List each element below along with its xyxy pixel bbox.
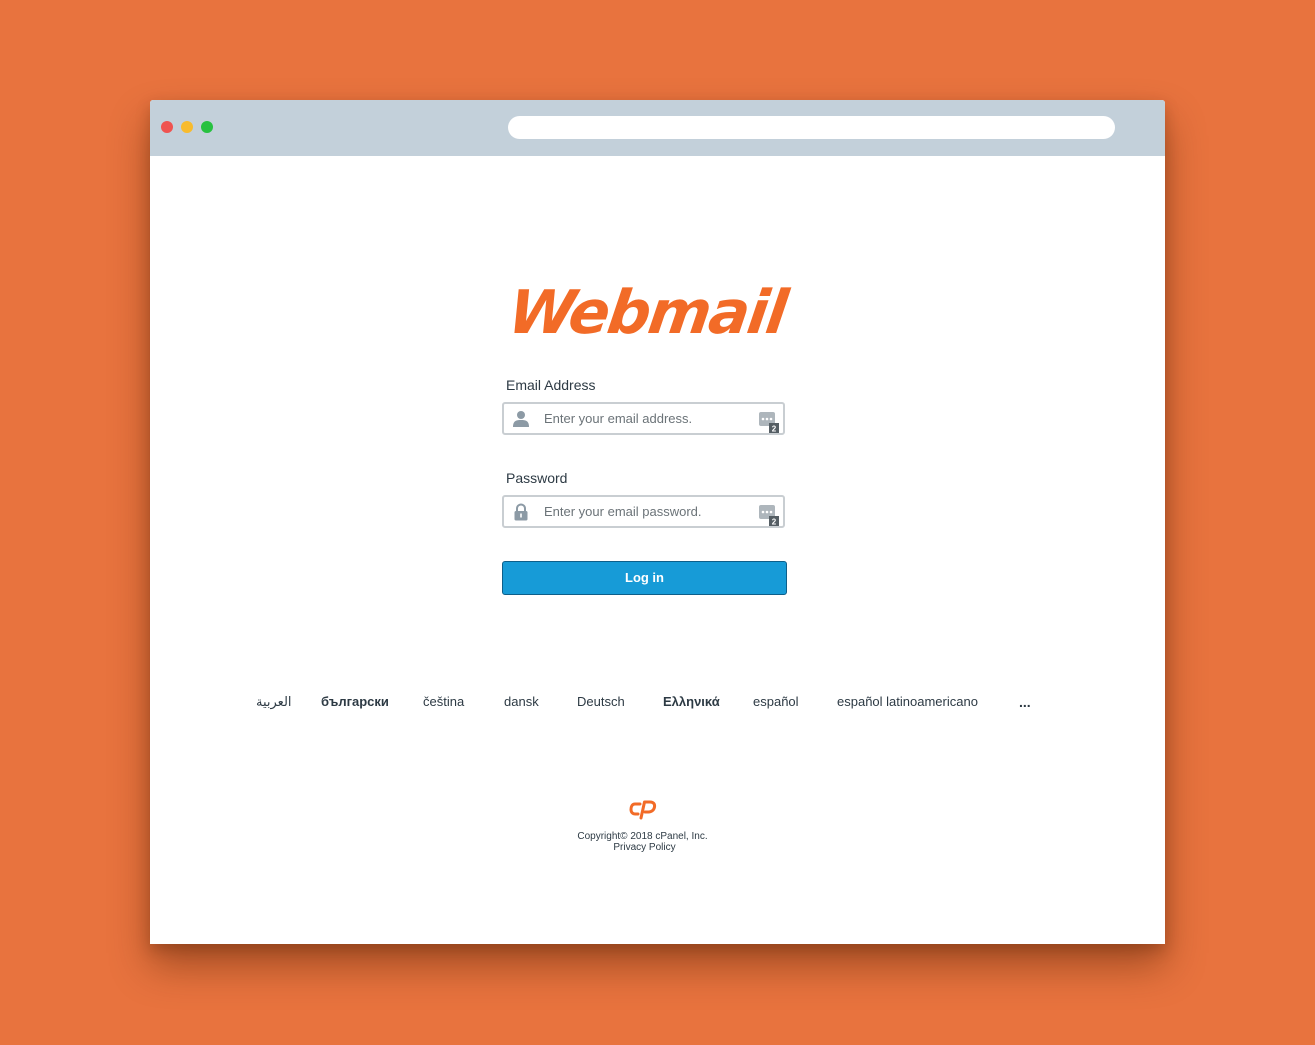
password-field-wrapper[interactable]: 2 xyxy=(502,495,785,528)
webmail-logo: Webmail xyxy=(504,278,791,348)
address-bar[interactable] xyxy=(508,116,1115,139)
user-icon xyxy=(512,410,530,428)
password-manager-icon[interactable]: 2 xyxy=(758,411,780,434)
email-field-wrapper[interactable]: 2 xyxy=(502,402,785,435)
more-languages-button[interactable]: ... xyxy=(1019,693,1031,711)
language-option[interactable]: español latinoamericano xyxy=(837,693,978,711)
login-button[interactable]: Log in xyxy=(502,561,787,595)
email-label: Email Address xyxy=(506,377,596,393)
window-close-button[interactable] xyxy=(161,121,173,133)
svg-text:2: 2 xyxy=(772,518,777,527)
browser-window: Webmail Email Address 2 xyxy=(150,100,1165,944)
password-label: Password xyxy=(506,470,568,486)
svg-text:2: 2 xyxy=(772,425,777,434)
window-maximize-button[interactable] xyxy=(201,121,213,133)
browser-titlebar xyxy=(150,100,1165,156)
language-option[interactable]: български xyxy=(321,693,389,711)
lock-icon xyxy=(512,503,530,521)
password-input[interactable] xyxy=(544,500,749,523)
language-option[interactable]: Ελληνικά xyxy=(663,693,720,711)
language-selector: العربية български čeština dansk Deutsch … xyxy=(150,693,1165,717)
language-option[interactable]: العربية xyxy=(256,693,292,711)
language-option[interactable]: dansk xyxy=(504,693,539,711)
privacy-policy-link[interactable]: Privacy Policy xyxy=(150,842,1139,854)
window-minimize-button[interactable] xyxy=(181,121,193,133)
language-option[interactable]: español xyxy=(753,693,799,711)
language-option[interactable]: Deutsch xyxy=(577,693,625,711)
cpanel-logo-icon xyxy=(629,799,659,821)
password-manager-icon[interactable]: 2 xyxy=(758,504,780,527)
page-content: Webmail Email Address 2 xyxy=(150,156,1165,944)
email-input[interactable] xyxy=(544,407,749,430)
language-option[interactable]: čeština xyxy=(423,693,464,711)
